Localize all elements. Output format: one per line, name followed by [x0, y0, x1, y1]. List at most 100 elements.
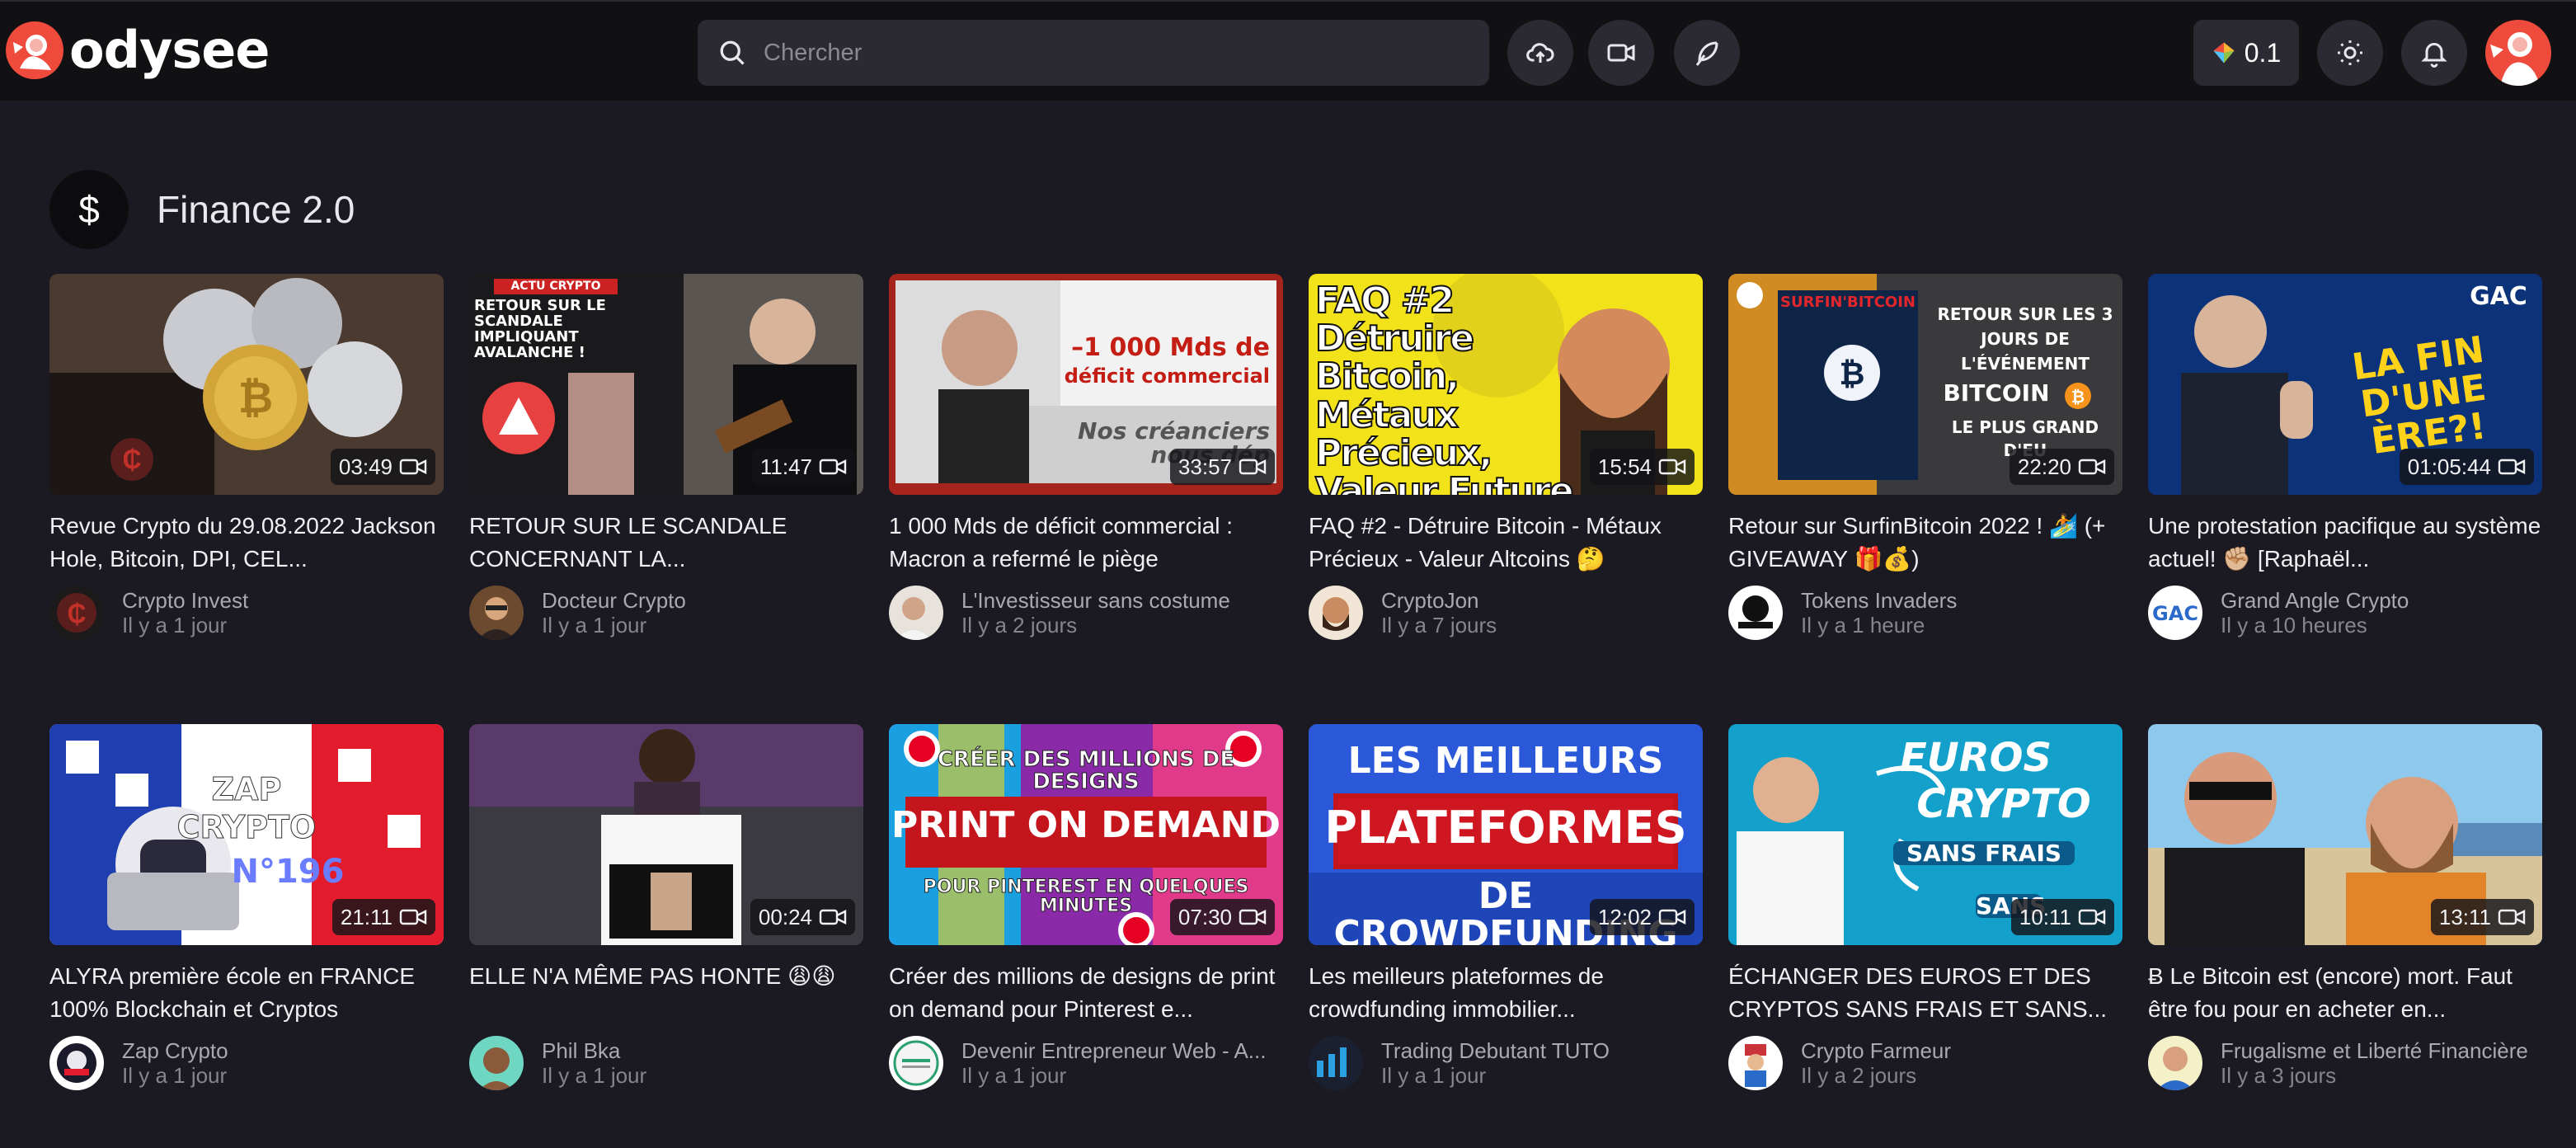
thumb-caption: SANS FRAIS: [1893, 841, 2075, 865]
duration-text: 11:47: [759, 454, 812, 479]
duration-text: 01:05:44: [2407, 454, 2491, 479]
channel-avatar[interactable]: [889, 586, 943, 640]
channel-avatar[interactable]: [889, 1036, 943, 1090]
video-thumbnail[interactable]: ACTU CRYPTO RETOUR SUR LE SCANDALE IMPLI…: [469, 274, 863, 495]
channel-info[interactable]: Devenir Entrepreneur Web - A... Il y a 1…: [889, 1036, 1283, 1090]
video-card[interactable]: ₿ ₵ 03:49 Revue Crypto du 29.08.2022 Jac…: [49, 274, 444, 640]
channel-name[interactable]: Crypto Farmeur: [1801, 1038, 1951, 1063]
video-card[interactable]: LES MEILLEURS PLATEFORMES DE CROWDFUNDIN…: [1309, 724, 1703, 1090]
channel-avatar[interactable]: [2148, 1036, 2202, 1090]
channel-name[interactable]: Tokens Invaders: [1801, 588, 1957, 613]
upload-button[interactable]: [1507, 20, 1573, 86]
video-thumbnail[interactable]: –1 000 Mds de déficit commercial Nos cré…: [889, 274, 1283, 495]
video-title[interactable]: Les meilleurs plateformes de crowdfundin…: [1309, 960, 1703, 1026]
video-thumbnail[interactable]: LES MEILLEURS PLATEFORMES DE CROWDFUNDIN…: [1309, 724, 1703, 945]
video-thumbnail[interactable]: 00:24: [469, 724, 863, 945]
channel-name[interactable]: Zap Crypto: [122, 1038, 228, 1063]
video-title[interactable]: Retour sur SurfinBitcoin 2022 ! 🏄 (+ GIV…: [1728, 510, 2122, 576]
video-title[interactable]: ALYRA première école en FRANCE 100% Bloc…: [49, 960, 444, 1026]
video-thumbnail[interactable]: 13:11: [2148, 724, 2542, 945]
channel-name[interactable]: Crypto Invest: [122, 588, 248, 613]
channel-name[interactable]: CryptoJon: [1381, 588, 1497, 613]
video-title[interactable]: FAQ #2 - Détruire Bitcoin - Métaux Préci…: [1309, 510, 1703, 576]
video-card[interactable]: 00:24 ELLE N'A MÊME PAS HONTE 😩😩 Phil Bk…: [469, 724, 863, 1090]
channel-name[interactable]: Trading Debutant TUTO: [1381, 1038, 1610, 1063]
channel-info[interactable]: L'Investisseur sans costume Il y a 2 jou…: [889, 586, 1283, 640]
channel-info[interactable]: ₵ Crypto Invest Il y a 1 jour: [49, 586, 444, 640]
video-thumbnail[interactable]: ₿ ₵ 03:49: [49, 274, 444, 495]
channel-avatar[interactable]: [1728, 1036, 1783, 1090]
channel-info[interactable]: Docteur Crypto Il y a 1 jour: [469, 586, 863, 640]
thumb-caption: CRYPTO: [1916, 781, 2091, 827]
video-card[interactable]: –1 000 Mds de déficit commercial Nos cré…: [889, 274, 1283, 640]
channel-avatar[interactable]: [49, 1036, 104, 1090]
channel-name[interactable]: Phil Bka: [542, 1038, 646, 1063]
lbc-credits-icon: [2213, 42, 2235, 64]
video-title[interactable]: Créer des millions de designs de print o…: [889, 960, 1283, 1026]
channel-avatar[interactable]: [1309, 1036, 1363, 1090]
video-title[interactable]: RETOUR SUR LE SCANDALE CONCERNANT LA...: [469, 510, 863, 576]
channel-info[interactable]: CryptoJon Il y a 7 jours: [1309, 586, 1703, 640]
channel-avatar[interactable]: [1728, 586, 1783, 640]
video-title[interactable]: ÉCHANGER DES EUROS ET DES CRYPTOS SANS F…: [1728, 960, 2122, 1026]
channel-avatar[interactable]: [1309, 586, 1363, 640]
video-title[interactable]: Revue Crypto du 29.08.2022 Jackson Hole,…: [49, 510, 444, 576]
video-thumbnail[interactable]: GAC LA FIN D'UNE ÈRE?! 01:05:44: [2148, 274, 2542, 495]
video-thumbnail[interactable]: FAQ #2 Détruire Bitcoin, Métaux Précieux…: [1309, 274, 1703, 495]
duration-text: 10:11: [2019, 904, 2071, 929]
video-title[interactable]: ELLE N'A MÊME PAS HONTE 😩😩: [469, 960, 863, 1026]
thumb-caption: ZAP: [211, 771, 282, 807]
channel-name[interactable]: L'Investisseur sans costume: [961, 588, 1230, 613]
channel-avatar[interactable]: [469, 1036, 524, 1090]
channel-info[interactable]: Crypto Farmeur Il y a 2 jours: [1728, 1036, 2122, 1090]
video-card[interactable]: 13:11 Ƀ Le Bitcoin est (encore) mort. Fa…: [2148, 724, 2542, 1090]
video-card[interactable]: GAC LA FIN D'UNE ÈRE?! 01:05:44 Une prot…: [2148, 274, 2542, 640]
channel-name[interactable]: Frugalisme et Liberté Financière: [2221, 1038, 2528, 1063]
channel-name[interactable]: Docteur Crypto: [542, 588, 686, 613]
search-input[interactable]: [764, 39, 1473, 67]
video-title[interactable]: 1 000 Mds de déficit commercial : Macron…: [889, 510, 1283, 576]
duration-badge: 03:49: [330, 449, 435, 485]
theme-toggle-button[interactable]: [2317, 20, 2383, 86]
video-thumbnail[interactable]: ZAP CRYPTO N°196 21:11: [49, 724, 444, 945]
odysee-logo[interactable]: odysee: [5, 20, 270, 80]
notifications-button[interactable]: [2401, 20, 2467, 86]
video-card[interactable]: ZAP CRYPTO N°196 21:11 ALYRA première éc…: [49, 724, 444, 1090]
go-live-button[interactable]: [1588, 20, 1654, 86]
channel-avatar[interactable]: [469, 586, 524, 640]
credits-balance[interactable]: 0.1: [2193, 20, 2299, 86]
user-avatar[interactable]: [2485, 20, 2551, 86]
channel-info[interactable]: Tokens Invaders Il y a 1 heure: [1728, 586, 2122, 640]
category-title[interactable]: Finance 2.0: [157, 187, 355, 232]
duration-text: 03:49: [338, 454, 393, 479]
sun-icon: [2338, 40, 2362, 65]
channel-avatar[interactable]: GAC: [2148, 586, 2202, 640]
video-thumbnail[interactable]: CRÉER DES MILLIONS DE DESIGNS PRINT ON D…: [889, 724, 1283, 945]
channel-info[interactable]: Trading Debutant TUTO Il y a 1 jour: [1309, 1036, 1703, 1090]
channel-avatar[interactable]: ₵: [49, 586, 104, 640]
svg-text:₿: ₿: [238, 374, 273, 422]
video-thumbnail[interactable]: EUROS CRYPTO SANS FRAIS SANS 10:11: [1728, 724, 2122, 945]
channel-info[interactable]: Frugalisme et Liberté Financière Il y a …: [2148, 1036, 2542, 1090]
video-card[interactable]: EUROS CRYPTO SANS FRAIS SANS 10:11 ÉCHAN…: [1728, 724, 2122, 1090]
post-button[interactable]: [1674, 20, 1740, 86]
video-thumbnail[interactable]: ₿ ₿ SURFIN'BITCOIN RETOUR SUR LES 3 JOUR…: [1728, 274, 2122, 495]
channel-name[interactable]: Grand Angle Crypto: [2221, 588, 2409, 613]
video-card[interactable]: ACTU CRYPTO RETOUR SUR LE SCANDALE IMPLI…: [469, 274, 863, 640]
video-card[interactable]: ₿ ₿ SURFIN'BITCOIN RETOUR SUR LES 3 JOUR…: [1728, 274, 2122, 640]
video-icon: [2498, 909, 2526, 925]
duration-badge: 00:24: [750, 899, 855, 935]
video-title[interactable]: Une protestation pacifique au système ac…: [2148, 510, 2542, 576]
video-card[interactable]: FAQ #2 Détruire Bitcoin, Métaux Précieux…: [1309, 274, 1703, 640]
channel-info[interactable]: GAC Grand Angle Crypto Il y a 10 heures: [2148, 586, 2542, 640]
release-time: Il y a 3 jours: [2221, 1063, 2337, 1088]
duration-badge: 15:54: [1589, 449, 1695, 485]
video-title[interactable]: Ƀ Le Bitcoin est (encore) mort. Faut êtr…: [2148, 960, 2542, 1026]
video-card[interactable]: CRÉER DES MILLIONS DE DESIGNS PRINT ON D…: [889, 724, 1283, 1090]
channel-info[interactable]: Phil Bka Il y a 1 jour: [469, 1036, 863, 1090]
release-time: Il y a 2 jours: [1801, 1063, 1917, 1088]
search-bar[interactable]: [698, 20, 1489, 86]
channel-name[interactable]: Devenir Entrepreneur Web - A...: [961, 1038, 1266, 1063]
duration-text: 07:30: [1178, 904, 1232, 929]
channel-info[interactable]: Zap Crypto Il y a 1 jour: [49, 1036, 444, 1090]
